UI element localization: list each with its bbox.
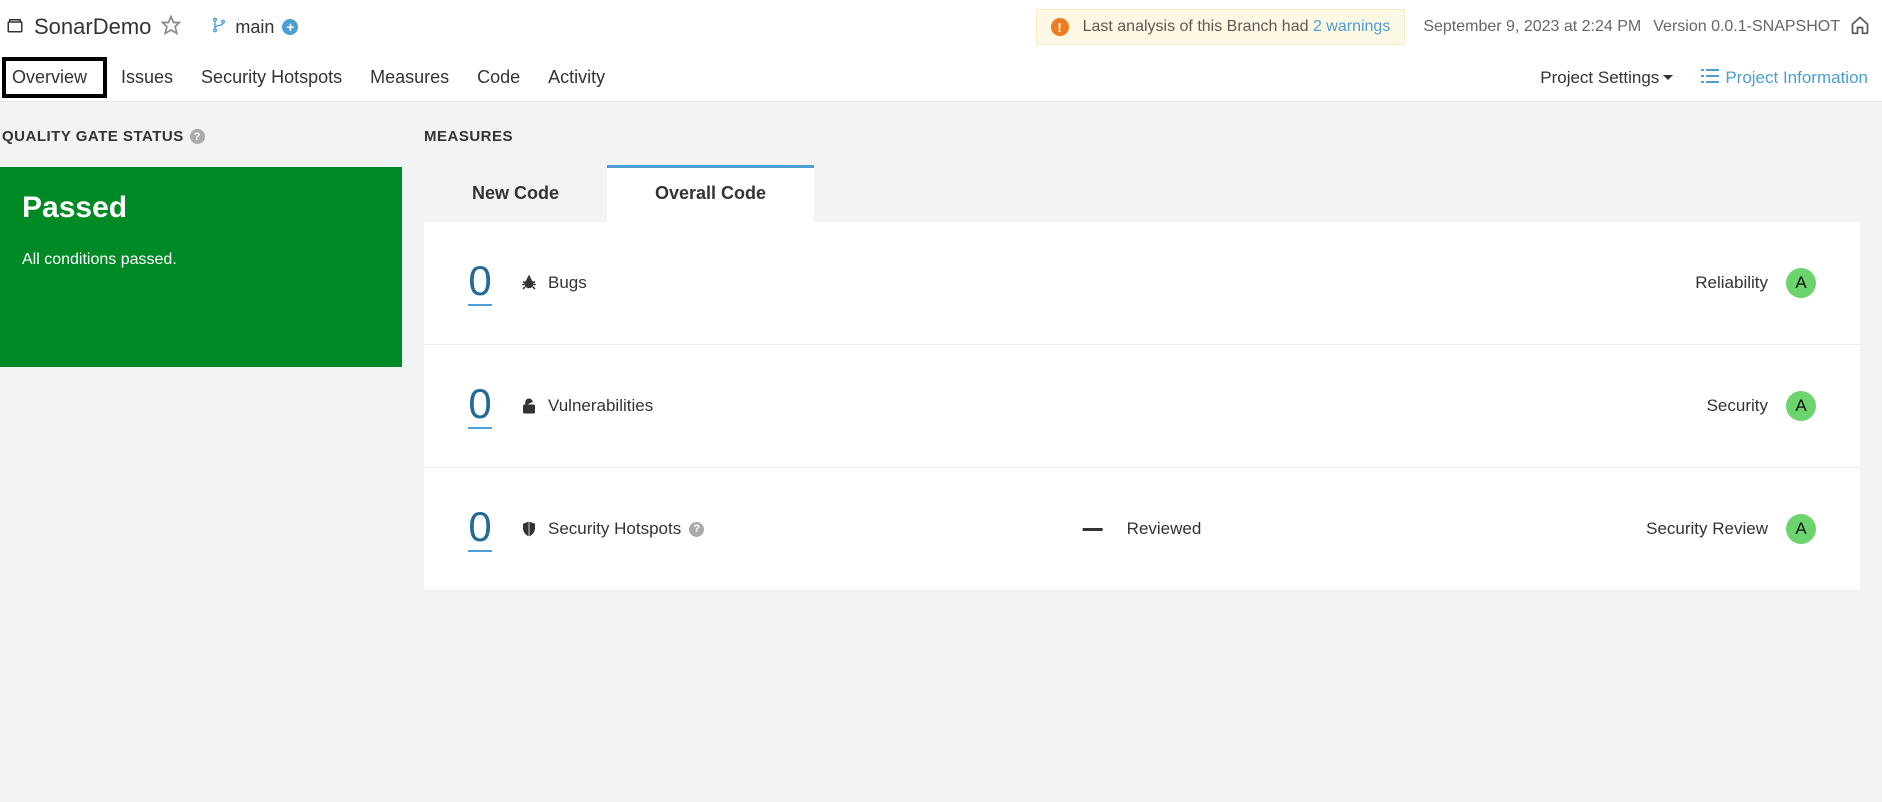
- security-review-label: Security Review: [1646, 519, 1768, 539]
- project-information-label: Project Information: [1725, 68, 1868, 88]
- main: MEASURES New Code Overall Code 0 Bugs Re…: [402, 102, 1882, 802]
- branch-icon: [211, 17, 227, 38]
- bug-icon: [520, 274, 538, 292]
- vulnerabilities-label[interactable]: Vulnerabilities: [548, 396, 653, 416]
- hotspots-label[interactable]: Security Hotspots: [548, 519, 681, 539]
- project-information-link[interactable]: Project Information: [1701, 68, 1868, 88]
- metric-row-vulnerabilities: 0 Vulnerabilities Security A: [424, 345, 1860, 468]
- nav-issues[interactable]: Issues: [107, 57, 187, 98]
- bugs-rating: Reliability A: [1695, 268, 1816, 298]
- warning-prefix: Last analysis of this Branch had: [1083, 18, 1313, 35]
- reviewed-section: Reviewed: [1083, 519, 1202, 539]
- nav-security-hotspots[interactable]: Security Hotspots: [187, 57, 356, 98]
- tab-new-code[interactable]: New Code: [424, 165, 607, 222]
- sidebar: QUALITY GATE STATUS ? Passed All conditi…: [0, 102, 402, 802]
- help-icon[interactable]: ?: [190, 129, 205, 144]
- project-header: SonarDemo main + ! Last analysis of this…: [0, 0, 1882, 54]
- metric-row-bugs: 0 Bugs Reliability A: [424, 222, 1860, 345]
- metric-row-security-hotspots: 0 Security Hotspots ? Reviewed Security …: [424, 468, 1860, 591]
- measures-tabs: New Code Overall Code: [424, 165, 814, 222]
- security-rating-badge[interactable]: A: [1786, 391, 1816, 421]
- project-name[interactable]: SonarDemo: [34, 14, 151, 40]
- quality-gate-subtitle: All conditions passed.: [22, 251, 380, 269]
- nav-overview[interactable]: Overview: [2, 57, 107, 98]
- lock-icon: [520, 397, 538, 415]
- warning-icon: !: [1051, 18, 1069, 36]
- project-icon: [6, 16, 24, 39]
- plus-icon[interactable]: +: [282, 19, 298, 35]
- star-icon[interactable]: [161, 15, 181, 40]
- quality-gate-title-text: QUALITY GATE STATUS: [2, 128, 184, 145]
- hotspots-value[interactable]: 0: [468, 506, 492, 552]
- security-label: Security: [1707, 396, 1768, 416]
- vulnerabilities-rating: Security A: [1707, 391, 1816, 421]
- analysis-date: September 9, 2023 at 2:24 PM: [1423, 18, 1641, 36]
- metrics-panel: 0 Bugs Reliability A 0 Vulnerabilities S…: [424, 222, 1860, 591]
- chevron-down-icon: [1663, 75, 1673, 80]
- shield-icon: [520, 520, 538, 538]
- warning-link[interactable]: 2 warnings: [1313, 18, 1390, 35]
- vulnerabilities-value[interactable]: 0: [468, 383, 492, 429]
- nav-code[interactable]: Code: [463, 57, 534, 98]
- version: Version 0.0.1-SNAPSHOT: [1653, 18, 1840, 36]
- measures-title: MEASURES: [424, 128, 1860, 145]
- tab-overall-code[interactable]: Overall Code: [607, 165, 814, 222]
- reviewed-label: Reviewed: [1127, 519, 1202, 539]
- dash-icon: [1083, 528, 1103, 531]
- header-left: SonarDemo main +: [6, 14, 298, 40]
- home-icon[interactable]: [1850, 15, 1870, 40]
- quality-gate-title: QUALITY GATE STATUS ?: [0, 128, 402, 145]
- quality-gate-card: Passed All conditions passed.: [0, 167, 402, 367]
- warning-banner: ! Last analysis of this Branch had 2 war…: [1036, 9, 1406, 45]
- project-navbar: Overview Issues Security Hotspots Measur…: [0, 54, 1882, 102]
- bugs-value[interactable]: 0: [468, 260, 492, 306]
- project-settings-dropdown[interactable]: Project Settings: [1540, 68, 1673, 88]
- content: QUALITY GATE STATUS ? Passed All conditi…: [0, 102, 1882, 802]
- help-icon[interactable]: ?: [689, 522, 704, 537]
- quality-gate-status: Passed: [22, 191, 380, 225]
- project-settings-label: Project Settings: [1540, 68, 1659, 88]
- nav-measures[interactable]: Measures: [356, 57, 463, 98]
- reliability-label: Reliability: [1695, 273, 1768, 293]
- bugs-label[interactable]: Bugs: [548, 273, 587, 293]
- list-icon: [1701, 68, 1719, 88]
- branch-selector[interactable]: main +: [211, 17, 298, 38]
- nav-activity[interactable]: Activity: [534, 57, 619, 98]
- security-review-rating-badge[interactable]: A: [1786, 514, 1816, 544]
- reliability-rating-badge[interactable]: A: [1786, 268, 1816, 298]
- warning-text: Last analysis of this Branch had 2 warni…: [1083, 18, 1391, 36]
- hotspots-rating: Security Review A: [1646, 514, 1816, 544]
- branch-name: main: [235, 17, 274, 38]
